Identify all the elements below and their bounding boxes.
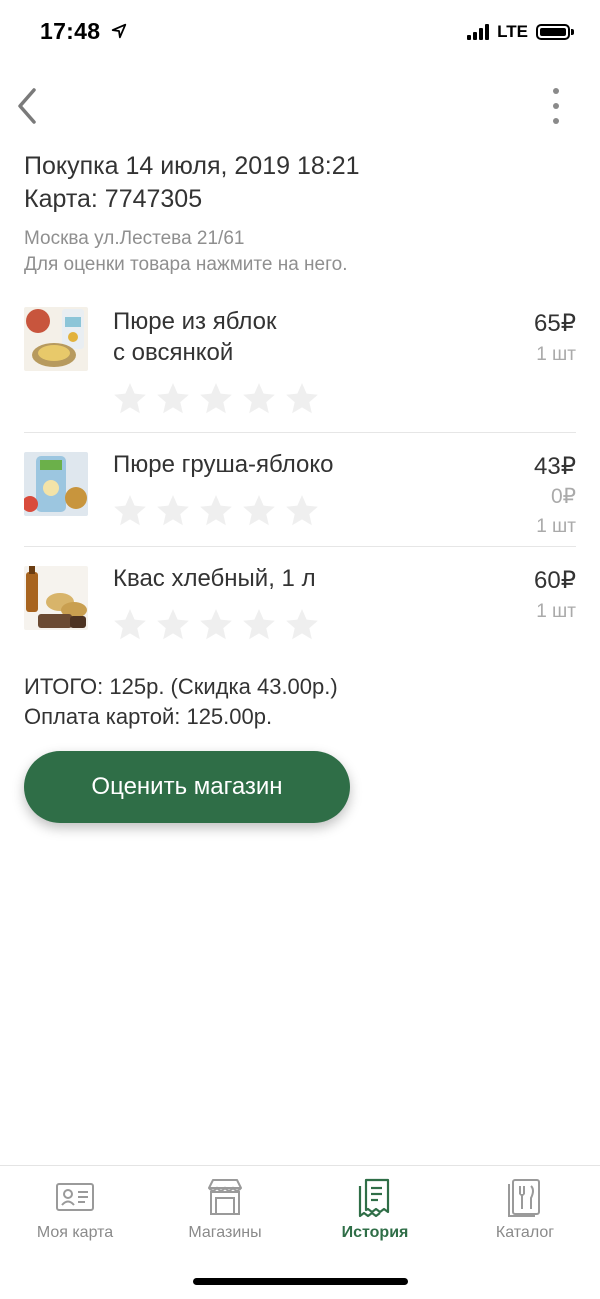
rating-stars[interactable]	[110, 606, 325, 644]
star-icon[interactable]	[110, 606, 150, 644]
product-quantity: 1 шт	[536, 601, 576, 622]
list-item[interactable]: Квас хлебный, 1 л 60₽ 1 шт	[24, 547, 576, 657]
tab-my-card[interactable]: Моя карта	[0, 1166, 150, 1266]
product-name: Пюре груша-яблоко	[113, 451, 334, 478]
product-image	[24, 452, 88, 516]
total-amount: ИТОГО: 125р. (Скидка 43.00р.)	[24, 674, 338, 699]
rating-hint: Для оценки товара нажмите на него.	[24, 254, 348, 275]
tab-label: Каталог	[495, 1224, 555, 1241]
battery-icon	[536, 24, 574, 40]
cutlery-icon	[508, 1179, 540, 1217]
product-quantity: 1 шт	[536, 344, 576, 365]
product-image	[24, 566, 88, 630]
tab-label: Магазины	[188, 1224, 262, 1241]
signal-icon	[467, 24, 491, 40]
rate-store-button[interactable]: Оценить магазин	[24, 751, 350, 823]
star-icon[interactable]	[239, 606, 279, 644]
product-price: 65₽	[534, 310, 576, 337]
tab-label: Моя карта	[36, 1224, 114, 1241]
product-name: Квас хлебный, 1 л	[113, 565, 316, 592]
star-icon[interactable]	[282, 492, 322, 530]
payment-method: Оплата картой: 125.00р.	[24, 704, 273, 729]
tab-stores[interactable]: Магазины	[150, 1166, 300, 1266]
chevron-left-icon	[18, 88, 36, 124]
star-icon[interactable]	[110, 492, 150, 530]
status-time: 17:48	[40, 18, 101, 44]
star-icon[interactable]	[153, 492, 193, 530]
product-price: 60₽	[534, 567, 576, 594]
product-name: Пюре из яблок с овсянкой	[113, 308, 277, 366]
product-price: 43₽	[534, 453, 576, 480]
product-image	[24, 307, 88, 371]
star-icon[interactable]	[239, 492, 279, 530]
card-number: Карта: 7747305	[24, 185, 203, 213]
star-icon[interactable]	[282, 380, 322, 418]
star-icon[interactable]	[196, 492, 236, 530]
more-menu-button[interactable]	[544, 88, 568, 124]
tab-label: История	[341, 1224, 409, 1241]
star-icon[interactable]	[282, 606, 322, 644]
product-discount: 0₽	[550, 485, 576, 508]
home-indicator[interactable]	[193, 1278, 408, 1285]
location-arrow-icon	[111, 23, 127, 39]
store-icon	[208, 1179, 242, 1215]
status-bar: 17:48 LTE	[0, 0, 600, 64]
id-card-icon	[56, 1183, 94, 1211]
rating-stars[interactable]	[110, 492, 325, 530]
purchase-header: Покупка 14 июля, 2019 18:21 Карта: 77473…	[24, 150, 360, 216]
star-icon[interactable]	[153, 606, 193, 644]
star-icon[interactable]	[196, 380, 236, 418]
star-icon[interactable]	[239, 380, 279, 418]
purchase-title: Покупка 14 июля, 2019 18:21	[24, 152, 360, 180]
tab-history[interactable]: История	[300, 1166, 450, 1266]
list-item[interactable]: Пюре из яблок с овсянкой 65₽ 1 шт	[24, 295, 576, 433]
star-icon[interactable]	[110, 380, 150, 418]
star-icon[interactable]	[196, 606, 236, 644]
rating-stars[interactable]	[110, 380, 325, 418]
network-label: LTE	[497, 22, 528, 41]
order-totals: ИТОГО: 125р. (Скидка 43.00р.) Оплата кар…	[24, 672, 338, 732]
status-indicators: LTE	[467, 20, 574, 44]
back-button[interactable]	[8, 84, 48, 128]
more-vertical-icon	[553, 88, 559, 94]
purchase-items: Пюре из яблок с овсянкой 65₽ 1 шт Пюре г	[24, 295, 576, 657]
purchase-meta: Москва ул.Лестева 21/61 Для оценки товар…	[24, 226, 347, 278]
product-quantity: 1 шт	[536, 516, 576, 537]
receipts-icon	[358, 1178, 390, 1218]
tab-catalog[interactable]: Каталог	[450, 1166, 600, 1266]
star-icon[interactable]	[153, 380, 193, 418]
list-item[interactable]: Пюре груша-яблоко 43₽ 0₽ 1 шт	[24, 433, 576, 547]
store-address: Москва ул.Лестева 21/61	[24, 228, 245, 249]
